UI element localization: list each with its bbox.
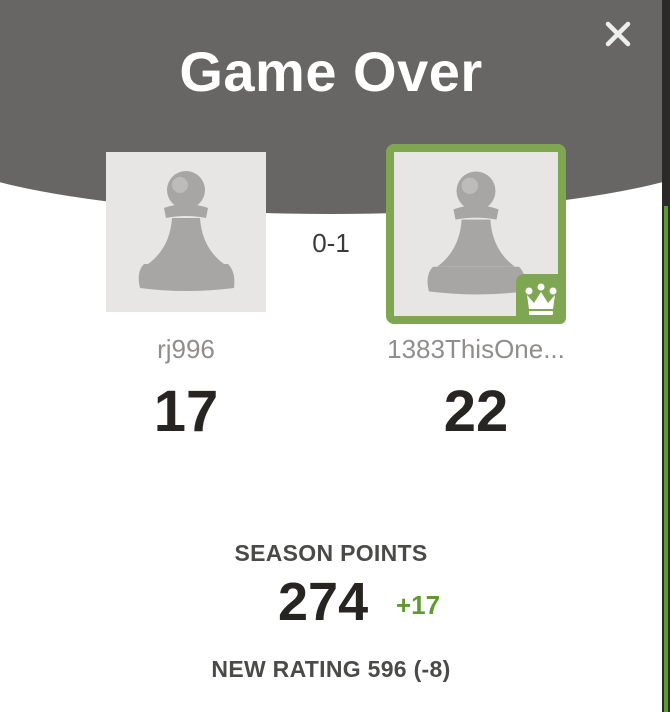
pawn-icon — [138, 171, 235, 291]
season-points-total: 274 — [278, 572, 369, 632]
close-button[interactable] — [600, 16, 636, 52]
player-avatar-rj996[interactable] — [106, 152, 266, 312]
background-edge — [662, 0, 670, 712]
winner-badge — [516, 274, 566, 324]
player-points: 22 — [443, 379, 509, 444]
player-avatar-winner[interactable] — [386, 144, 566, 324]
player-points: 17 — [153, 379, 219, 444]
player-username[interactable]: 1383ThisOne... — [366, 334, 586, 365]
season-points-label: SEASON POINTS — [234, 540, 428, 566]
game-over-modal: Game Over 0-1 rj996 1383ThisOne... 17 22… — [0, 0, 662, 712]
player-username[interactable]: rj996 — [96, 334, 276, 365]
new-rating: NEW RATING 596 (-8) — [211, 656, 451, 682]
background-accent — [664, 206, 668, 712]
modal-title: Game Over — [179, 40, 483, 103]
game-score: 0-1 — [312, 228, 350, 258]
season-points-delta: +17 — [396, 590, 441, 620]
crown-icon — [525, 283, 557, 315]
close-icon — [605, 21, 631, 47]
